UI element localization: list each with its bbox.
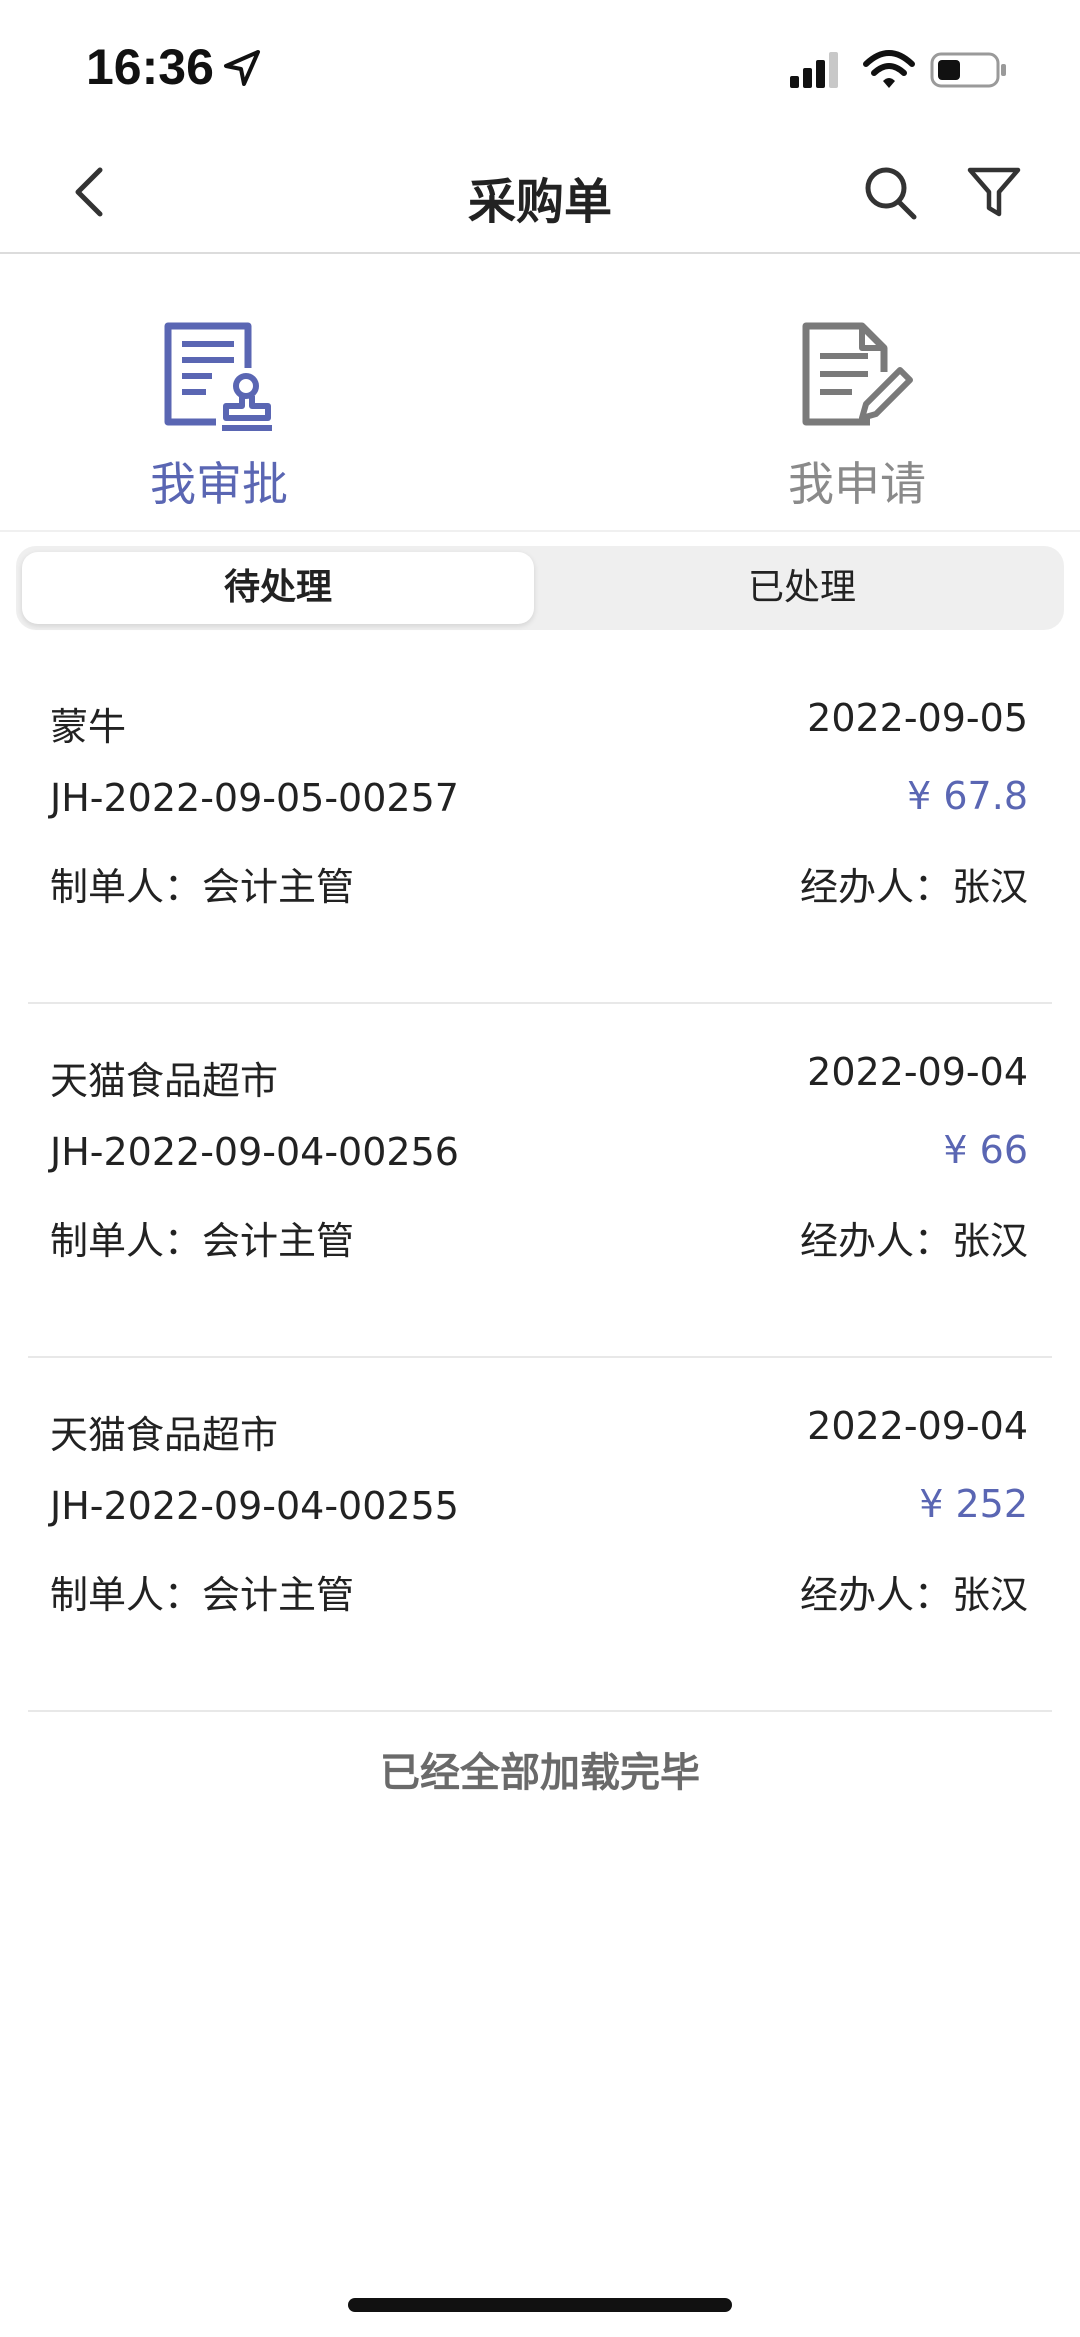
order-code: JH-2022-09-04-00255: [50, 1484, 459, 1528]
order-creator: 制单人：会计主管: [50, 865, 355, 909]
order-amount: ¥ 66: [943, 1128, 1028, 1172]
order-handler: 经办人：张汉: [799, 1573, 1028, 1617]
screen: 16:36 采购单 我审批 我申请 待处理 已处理 蒙牛 2022-09-05 …: [0, 0, 1080, 2337]
order-creator: 制单人：会计主管: [50, 1573, 355, 1617]
filter-icon[interactable]: [966, 162, 1022, 222]
order-amount: ¥ 67.8: [907, 774, 1028, 818]
battery-icon: [930, 52, 1006, 88]
order-list: 蒙牛 2022-09-05 JH-2022-09-05-00257 ¥ 67.8…: [0, 650, 1080, 1712]
load-complete-text: 已经全部加载完毕: [380, 1750, 700, 1796]
status-segment: 待处理 已处理: [16, 546, 1064, 630]
order-card[interactable]: 蒙牛 2022-09-05 JH-2022-09-05-00257 ¥ 67.8…: [0, 650, 1080, 1004]
order-date: 2022-09-05: [807, 696, 1028, 740]
order-handler: 经办人：张汉: [799, 1219, 1028, 1263]
role-approve-label: 我审批: [150, 457, 288, 511]
order-vendor: 天猫食品超市: [50, 1413, 279, 1457]
order-code: JH-2022-09-05-00257: [50, 776, 459, 820]
order-card[interactable]: 天猫食品超市 2022-09-04 JH-2022-09-04-00256 ¥ …: [0, 1004, 1080, 1358]
wifi-icon: [863, 50, 915, 88]
status-bar: 16:36: [0, 0, 1080, 130]
order-handler: 经办人：张汉: [799, 865, 1028, 909]
role-apply[interactable]: 我申请: [540, 256, 1080, 532]
tab-processed[interactable]: 已处理: [546, 552, 1058, 624]
tab-pending[interactable]: 待处理: [22, 552, 534, 624]
role-apply-label: 我申请: [788, 457, 926, 511]
nav-bar: 采购单: [0, 130, 1080, 254]
role-switch: 我审批 我申请: [0, 256, 1080, 532]
order-vendor: 蒙牛: [50, 705, 127, 749]
home-indicator[interactable]: [348, 2298, 732, 2312]
approval-stamp-icon: [164, 322, 272, 431]
page-title: 采购单: [467, 174, 612, 230]
status-time: 16:36: [86, 39, 214, 95]
order-code: JH-2022-09-04-00256: [50, 1130, 459, 1174]
role-approve[interactable]: 我审批: [0, 256, 540, 532]
order-creator: 制单人：会计主管: [50, 1219, 355, 1263]
order-vendor: 天猫食品超市: [50, 1059, 279, 1103]
order-date: 2022-09-04: [807, 1404, 1028, 1448]
order-card[interactable]: 天猫食品超市 2022-09-04 JH-2022-09-04-00255 ¥ …: [0, 1358, 1080, 1712]
search-icon[interactable]: [862, 162, 918, 222]
cellular-signal-icon: [790, 52, 838, 88]
order-amount: ¥ 252: [919, 1482, 1028, 1526]
order-date: 2022-09-04: [807, 1050, 1028, 1094]
location-arrow-icon: [224, 50, 260, 86]
document-edit-icon: [802, 322, 913, 426]
